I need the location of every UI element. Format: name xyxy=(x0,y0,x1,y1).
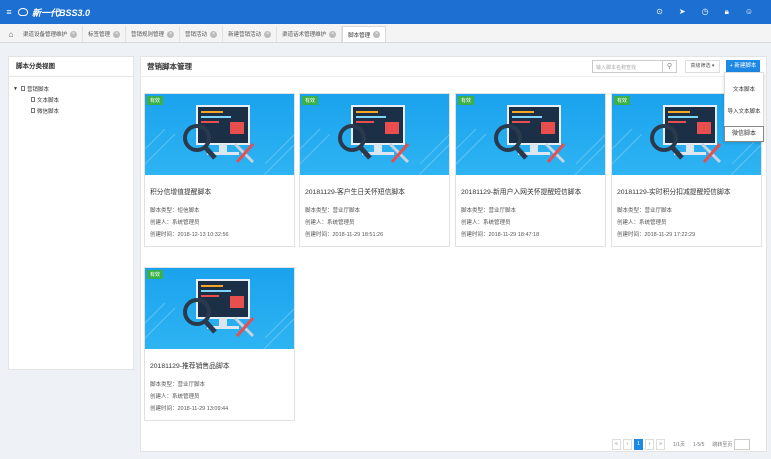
category-sidebar: 脚本分类视图 ▼ 营销脚本 文本脚本 微信脚本 xyxy=(8,56,134,370)
goto-page-input[interactable] xyxy=(734,439,751,450)
status-badge: 有效 xyxy=(614,96,631,105)
close-icon[interactable]: × xyxy=(373,31,381,38)
tab-marketing-activity[interactable]: 营销活动 × xyxy=(180,26,224,42)
menu-item-wechat-script[interactable]: 微信脚本 xyxy=(724,126,764,142)
menu-item-import-text-script[interactable]: 导入文本脚本 xyxy=(725,107,763,115)
last-page-button[interactable]: » xyxy=(656,439,665,450)
script-thumbnail xyxy=(456,94,605,175)
tab-label: 渠道话术管理维护 xyxy=(282,32,327,38)
tree-node-label: 营销脚本 xyxy=(27,86,50,93)
card-title[interactable]: 积分信增值提醒脚本 xyxy=(150,186,211,196)
card-creator: 创建人：系统管理员 xyxy=(305,220,355,226)
status-badge: 有效 xyxy=(458,96,475,105)
clock-icon[interactable]: ◷ xyxy=(702,7,709,17)
app-logo: 新一代BSS3.0 xyxy=(18,6,90,19)
record-range: 1-5/5 xyxy=(692,441,705,448)
app-title: 新一代BSS3.0 xyxy=(32,7,91,18)
page-info: 1/1页 xyxy=(673,442,685,448)
search-icon[interactable]: ⚲ xyxy=(663,60,677,73)
script-card[interactable]: 有效 20181129-推荐销售品脚本 脚本类型：营业厅脚本 创建人：系统管理员… xyxy=(144,267,295,421)
folder-icon xyxy=(21,86,25,91)
card-created-time: 创建时间：2018-12-13 10:32:56 xyxy=(150,232,229,238)
tab-bar: ⌂ 渠道设备管理维护 × 标签管理 × 营销规则管理 × 营销活动 × 新建营销活动 × … xyxy=(0,24,771,43)
close-icon[interactable]: × xyxy=(70,30,78,38)
caret-down-icon[interactable]: ▼ xyxy=(13,86,19,92)
close-icon[interactable]: × xyxy=(210,30,218,38)
card-title[interactable]: 20181129-新用户入网关怀提醒短信脚本 xyxy=(461,186,581,196)
category-tree: ▼ 营销脚本 文本脚本 微信脚本 xyxy=(9,77,133,116)
card-created-time: 创建时间：2018-11-29 13:09:44 xyxy=(150,406,229,412)
tree-node-root[interactable]: ▼ 营销脚本 xyxy=(13,83,133,94)
user-icon[interactable]: ☺ xyxy=(745,7,753,17)
close-icon[interactable]: × xyxy=(167,30,175,38)
goto-label: 跳转至页 xyxy=(712,442,733,448)
card-created-time: 创建时间：2018-11-29 18:51:26 xyxy=(305,232,384,238)
tab-label: 营销活动 xyxy=(185,32,208,38)
tab-channel-script[interactable]: 渠道话术管理维护 × xyxy=(277,26,343,42)
advanced-filter-button[interactable]: 高级筛选 ▾ xyxy=(685,60,720,73)
pagination: « ‹ 1 › » 1/1页 1-5/5 跳转至页 xyxy=(612,439,751,450)
card-creator: 创建人：系统管理员 xyxy=(617,220,667,226)
next-page-button[interactable]: › xyxy=(645,439,654,450)
card-title[interactable]: 20181129-客户生日关怀短信脚本 xyxy=(305,186,405,196)
tab-channel-device[interactable]: 渠道设备管理维护 × xyxy=(18,26,84,42)
first-page-button[interactable]: « xyxy=(612,439,621,450)
tab-new-activity[interactable]: 新建营销活动 × xyxy=(223,26,278,42)
close-icon[interactable]: × xyxy=(113,30,121,38)
send-icon[interactable]: ➤ xyxy=(679,7,686,17)
status-badge: 有效 xyxy=(147,96,164,105)
main-panel: 营销脚本管理 输入脚本名称查找 ⚲ 高级筛选 ▾ + 新建脚本 有效 积分信增值… xyxy=(140,56,767,452)
card-created-time: 创建时间：2018-11-29 18:47:18 xyxy=(461,232,540,238)
card-creator: 创建人：系统管理员 xyxy=(150,220,200,226)
tab-tag-management[interactable]: 标签管理 × xyxy=(83,26,127,42)
script-card[interactable]: 有效 20181129-客户生日关怀短信脚本 脚本类型：营业厅脚本 创建人：系统… xyxy=(299,93,450,247)
status-badge: 有效 xyxy=(302,96,319,105)
top-bar: ≡ 新一代BSS3.0 ⊙ ➤ ◷ 🔒︎ ☺ xyxy=(0,0,771,24)
china-telecom-logo-icon xyxy=(18,8,28,16)
new-script-dropdown: 文本脚本 导入文本脚本 微信脚本 xyxy=(724,72,764,142)
tree-node-label: 微信脚本 xyxy=(37,108,60,115)
tree-node-label: 文本脚本 xyxy=(37,97,60,104)
tree-node-wechat-script[interactable]: 微信脚本 xyxy=(13,105,133,116)
card-title[interactable]: 20181129-实时积分扣减提醒短信脚本 xyxy=(617,186,731,196)
menu-icon[interactable]: ≡ xyxy=(0,7,18,17)
file-icon xyxy=(31,97,35,102)
card-creator: 创建人：系统管理员 xyxy=(461,220,511,226)
tab-label: 新建营销活动 xyxy=(228,32,262,38)
lock-icon[interactable]: 🔒︎ xyxy=(725,7,729,17)
script-card[interactable]: 有效 积分信增值提醒脚本 脚本类型：短信脚本 创建人：系统管理员 创建时间：20… xyxy=(144,93,295,247)
home-icon[interactable]: ⌂ xyxy=(4,26,18,42)
prev-page-button[interactable]: ‹ xyxy=(623,439,632,450)
menu-item-text-script[interactable]: 文本脚本 xyxy=(725,85,763,93)
tab-script-management[interactable]: 脚本管理 × xyxy=(342,26,387,42)
search-input[interactable]: 输入脚本名称查找 xyxy=(592,60,663,73)
script-thumbnail xyxy=(145,94,294,175)
card-title[interactable]: 20181129-推荐销售品脚本 xyxy=(150,360,230,370)
script-thumbnail xyxy=(300,94,449,175)
tab-label: 渠道设备管理维护 xyxy=(23,32,68,38)
tab-label: 脚本管理 xyxy=(348,32,371,39)
card-type: 脚本类型：营业厅脚本 xyxy=(305,208,361,214)
tab-label: 营销规则管理 xyxy=(131,32,165,38)
card-type: 脚本类型：短信脚本 xyxy=(150,208,200,214)
file-icon xyxy=(31,108,35,113)
tab-marketing-rules[interactable]: 营销规则管理 × xyxy=(126,26,181,42)
status-badge: 有效 xyxy=(147,270,164,279)
card-type: 脚本类型：营业厅脚本 xyxy=(617,208,673,214)
card-type: 脚本类型：营业厅脚本 xyxy=(461,208,517,214)
script-card[interactable]: 有效 20181129-新用户入网关怀提醒短信脚本 脚本类型：营业厅脚本 创建人… xyxy=(455,93,606,247)
help-icon[interactable]: ⊙ xyxy=(656,7,663,17)
card-creator: 创建人：系统管理员 xyxy=(150,394,200,400)
close-icon[interactable]: × xyxy=(264,30,272,38)
tree-node-text-script[interactable]: 文本脚本 xyxy=(13,94,133,105)
card-type: 脚本类型：营业厅脚本 xyxy=(150,382,206,388)
tab-label: 标签管理 xyxy=(88,32,111,38)
page-number-button[interactable]: 1 xyxy=(634,439,643,450)
close-icon[interactable]: × xyxy=(329,30,337,38)
sidebar-title: 脚本分类视图 xyxy=(9,57,133,77)
card-created-time: 创建时间：2018-11-29 17:22:29 xyxy=(617,232,696,238)
script-thumbnail xyxy=(145,268,294,349)
page-title: 营销脚本管理 xyxy=(147,62,192,71)
